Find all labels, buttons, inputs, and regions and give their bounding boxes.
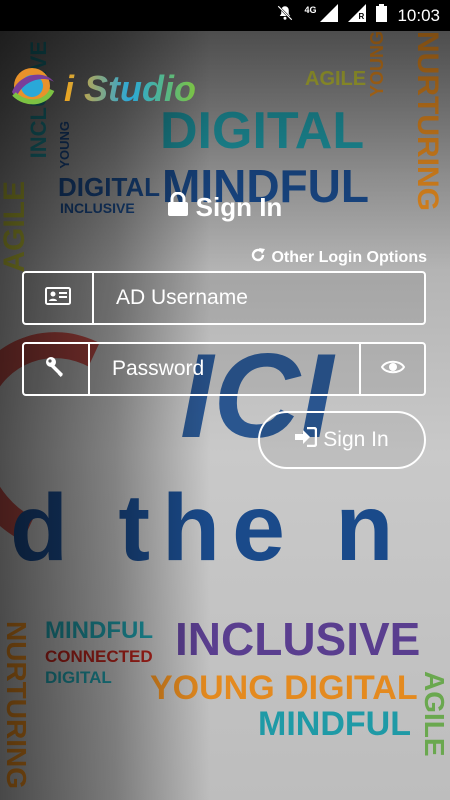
bg-word: AGILE [419, 671, 450, 757]
other-login-options-label: Other Login Options [271, 248, 427, 266]
sign-in-icon [295, 426, 318, 453]
clock: 10:03 [397, 5, 440, 25]
bg-word: NURTURING [1, 621, 32, 789]
bg-word: YOUNG [367, 31, 387, 98]
show-password-toggle[interactable] [359, 344, 424, 394]
network-label: 4G [304, 4, 317, 15]
username-input-wrap [94, 273, 424, 323]
bg-word: MINDFUL [258, 705, 411, 743]
password-input[interactable] [110, 356, 359, 382]
username-field [22, 271, 426, 325]
roaming-label: R [358, 12, 365, 21]
bg-word: INCLUSIVE [175, 613, 421, 665]
roaming-signal-icon: R [348, 4, 367, 27]
status-bar: 4G R 10:03 [0, 0, 450, 31]
username-icon-box [24, 273, 94, 323]
app-name: i Studio [64, 67, 196, 109]
eye-icon [380, 359, 405, 380]
status-icons: 4G R 10:03 [276, 0, 440, 31]
bg-word: d the n [10, 475, 406, 581]
password-field [22, 342, 426, 396]
signal-icon [320, 4, 339, 27]
bg-word: CONNECTED [45, 647, 153, 666]
bg-word: YOUNG [57, 121, 72, 169]
sign-in-button[interactable]: Sign In [258, 411, 426, 469]
password-icon-box [24, 344, 90, 394]
page-title: Sign In [0, 191, 450, 223]
bg-word: NURTURING [411, 31, 444, 211]
mute-icon [276, 4, 294, 27]
sign-in-button-label: Sign In [323, 428, 389, 451]
id-card-icon [45, 286, 71, 310]
bg-word: MINDFUL [45, 617, 153, 644]
refresh-icon [250, 247, 266, 268]
page-title-label: Sign In [195, 192, 283, 222]
bg-word: YOUNG DIGITAL [150, 669, 418, 707]
bg-word: AGILE [305, 68, 367, 90]
battery-icon [376, 4, 388, 27]
bg-word: DIGITAL [45, 668, 112, 687]
lock-icon [167, 191, 188, 223]
app-logo-icon [6, 62, 58, 115]
other-login-options-link[interactable]: Other Login Options [250, 247, 427, 268]
username-input[interactable] [114, 285, 424, 311]
password-input-wrap [90, 344, 359, 394]
app-logo: i Studio [6, 62, 196, 115]
key-icon [44, 355, 68, 384]
login-screen: 4G R 10:03 AGILE YOUNG NURTURING DIGITAL… [0, 0, 450, 800]
